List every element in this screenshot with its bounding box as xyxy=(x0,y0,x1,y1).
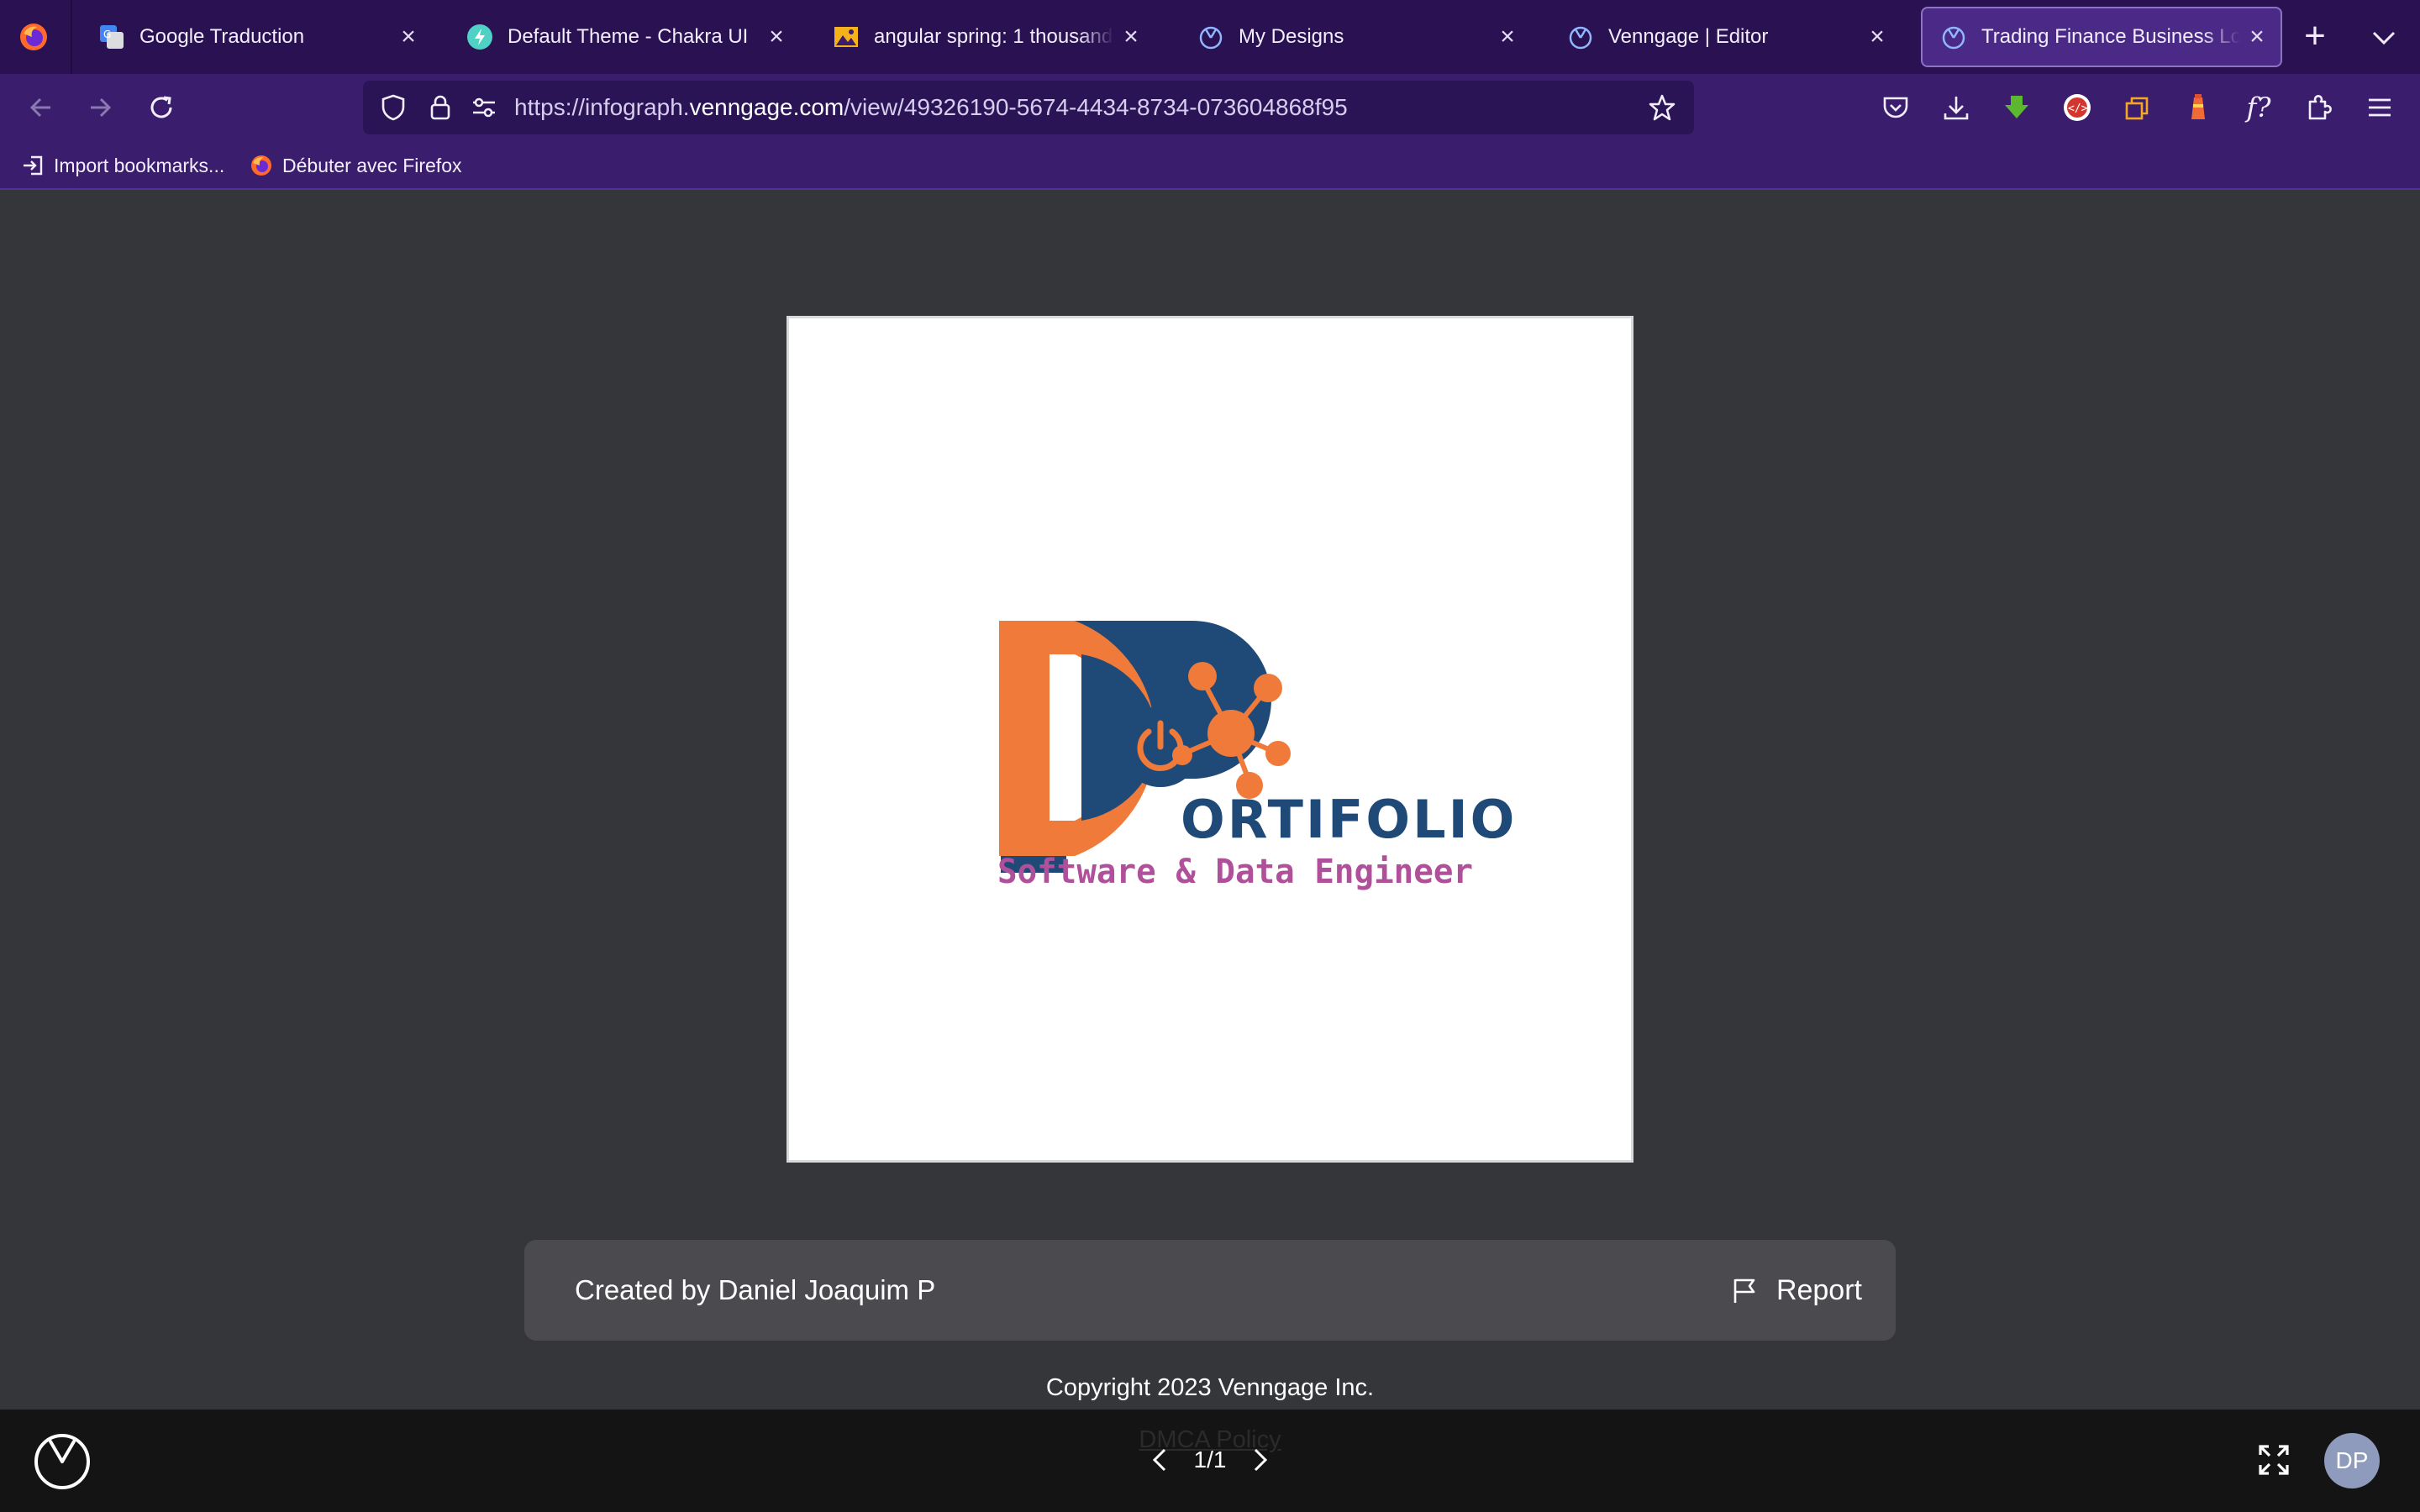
close-icon[interactable]: × xyxy=(760,23,793,51)
font-finder-extension-icon[interactable]: f? xyxy=(2237,86,2281,129)
creator-info-bar: Created by Daniel Joaquim P Report xyxy=(524,1240,1896,1341)
google-translate-icon: G xyxy=(97,23,126,51)
bookmark-import[interactable]: Import bookmarks... xyxy=(20,150,224,181)
forward-arrow-icon[interactable] xyxy=(79,86,123,129)
close-icon[interactable]: × xyxy=(1491,23,1524,51)
permissions-icon[interactable] xyxy=(466,89,502,126)
reload-icon[interactable] xyxy=(139,86,183,129)
previous-page-icon[interactable] xyxy=(1143,1443,1176,1477)
navigation-toolbar: https://infograph.venngage.com/view/4932… xyxy=(0,74,2420,141)
tracking-protection-shield-icon[interactable] xyxy=(375,89,412,126)
tab-angular-spring[interactable]: angular spring: 1 thousand results × xyxy=(812,7,1165,67)
chakra-icon xyxy=(466,23,494,51)
url-prefix: https://infograph. xyxy=(514,94,690,120)
venngage-icon xyxy=(1197,23,1225,51)
tab-title: Google Traduction xyxy=(139,25,305,48)
report-label: Report xyxy=(1776,1273,1862,1306)
new-tab-button[interactable]: + xyxy=(2294,17,2336,59)
url-domain: venngage.com xyxy=(689,94,844,120)
hamburger-menu-icon[interactable] xyxy=(2358,86,2402,129)
tab-separator xyxy=(71,0,72,74)
tab-title: Venngage | Editor xyxy=(1608,25,1769,48)
venngage-icon xyxy=(1566,23,1595,51)
chevron-down-icon[interactable] xyxy=(2363,17,2405,59)
design-viewer: ORTIFOLIO Software & Data Engineer Creat… xyxy=(0,190,2420,1410)
import-icon xyxy=(20,153,45,178)
logo-wordmark: ORTIFOLIO xyxy=(1181,789,1517,850)
back-arrow-icon[interactable] xyxy=(18,86,62,129)
logo-subtitle: Software & Data Engineer xyxy=(997,853,1473,891)
tab-title: Default Theme - Chakra UI xyxy=(508,25,749,48)
url-text[interactable]: https://infograph.venngage.com/view/4932… xyxy=(514,81,1348,134)
viewer-bottom-bar: DMCA Policy 1/1 DP xyxy=(0,1410,2420,1512)
tab-my-designs[interactable]: My Designs × xyxy=(1176,7,1536,67)
page-navigator: 1/1 xyxy=(1143,1435,1277,1485)
close-icon[interactable]: × xyxy=(2240,23,2274,51)
tab-google-traduction[interactable]: G Google Traduction × xyxy=(77,7,437,67)
bookmark-label: Import bookmarks... xyxy=(54,154,225,176)
fullscreen-icon[interactable] xyxy=(2254,1440,2294,1480)
bookmark-debuter-firefox[interactable]: Débuter avec Firefox xyxy=(249,150,461,181)
tab-chakra-ui[interactable]: Default Theme - Chakra UI × xyxy=(445,7,805,67)
design-canvas: ORTIFOLIO Software & Data Engineer xyxy=(786,316,1634,1163)
next-page-icon[interactable] xyxy=(1244,1443,1277,1477)
downloads-icon[interactable] xyxy=(1934,86,1978,129)
close-icon[interactable]: × xyxy=(1860,23,1894,51)
firefox-menu-icon[interactable] xyxy=(15,18,52,55)
bookmark-label: Débuter avec Firefox xyxy=(282,154,462,176)
image-icon xyxy=(832,23,860,51)
tab-title: angular spring: 1 thousand results xyxy=(874,25,1114,48)
firefox-icon xyxy=(249,153,274,178)
copyright-text: Copyright 2023 Venngage Inc. xyxy=(1045,1374,1375,1401)
tab-title: Trading Finance Business Logo xyxy=(1981,25,2240,48)
close-icon[interactable]: × xyxy=(1114,23,1148,51)
creator-credit: Created by Daniel Joaquim P xyxy=(575,1274,936,1305)
lock-icon[interactable] xyxy=(422,89,459,126)
bookmarks-toolbar: Import bookmarks... Débuter avec Firefox xyxy=(0,141,2420,190)
tab-strip: G Google Traduction × Default Theme - Ch… xyxy=(0,0,2420,74)
svg-text:</>: </> xyxy=(2068,102,2088,115)
svg-text:G: G xyxy=(103,29,111,40)
devtools-extension-icon[interactable]: </> xyxy=(2055,86,2099,129)
venngage-icon xyxy=(1939,23,1968,51)
tab-trading-finance-logo[interactable]: Trading Finance Business Logo × xyxy=(1921,7,2282,67)
page-indicator: 1/1 xyxy=(1193,1446,1227,1473)
portfolio-logo: ORTIFOLIO Software & Data Engineer xyxy=(997,621,1517,891)
pocket-icon[interactable] xyxy=(1874,86,1918,129)
lighthouse-extension-icon[interactable] xyxy=(2176,86,2220,129)
tab-venngage-editor[interactable]: Venngage | Editor × xyxy=(1546,7,1906,67)
avatar[interactable]: DP xyxy=(2324,1433,2380,1488)
download-helper-extension-icon[interactable] xyxy=(1995,86,2039,129)
multi-window-extension-icon[interactable] xyxy=(2116,86,2160,129)
close-icon[interactable]: × xyxy=(392,23,425,51)
url-path: /view/49326190-5674-4434-8734-073604868f… xyxy=(844,94,1348,120)
bookmark-star-icon[interactable] xyxy=(1644,89,1681,126)
extensions-puzzle-icon[interactable] xyxy=(2297,86,2341,129)
tab-title: My Designs xyxy=(1239,25,1344,48)
browser-chrome: G Google Traduction × Default Theme - Ch… xyxy=(0,0,2420,190)
address-bar[interactable]: https://infograph.venngage.com/view/4932… xyxy=(363,81,1694,134)
flag-icon xyxy=(1731,1275,1761,1305)
venngage-logo-icon[interactable] xyxy=(32,1430,92,1490)
report-button[interactable]: Report xyxy=(1731,1263,1862,1317)
